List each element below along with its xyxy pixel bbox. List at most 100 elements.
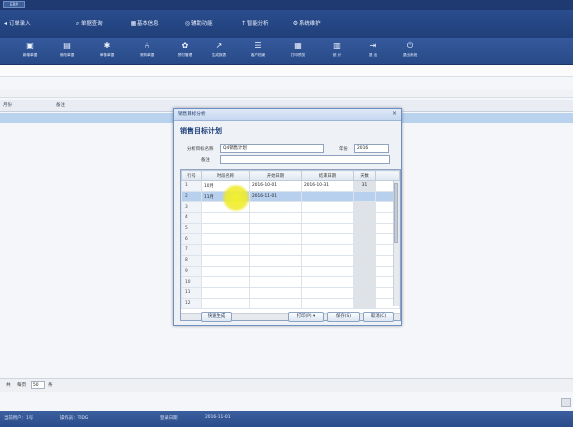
nav-item-3[interactable]: ▦基本信息 — [130, 19, 159, 29]
column-header[interactable]: 时段名称 — [201, 170, 250, 181]
cell-end[interactable] — [301, 212, 354, 224]
cell-start[interactable] — [249, 212, 302, 224]
column-header[interactable]: 行号 — [181, 170, 202, 181]
cell-days[interactable] — [353, 222, 376, 235]
cell-end[interactable] — [301, 244, 354, 256]
table-row[interactable]: 8 — [181, 254, 400, 267]
table-row[interactable]: 10 — [181, 276, 400, 288]
table-row[interactable]: 3 — [181, 201, 400, 214]
table-vertical-scrollbar[interactable] — [393, 181, 399, 306]
cell-end[interactable] — [301, 222, 354, 235]
cell-end[interactable] — [301, 265, 354, 278]
column-header[interactable]: 结束日期 — [301, 170, 354, 181]
cell-start[interactable] — [249, 286, 302, 299]
cell-days[interactable] — [353, 265, 376, 278]
cell-end[interactable] — [301, 297, 354, 310]
table-row[interactable]: 5 — [181, 222, 400, 235]
cell-no: 6 — [181, 233, 202, 246]
cell-name[interactable] — [201, 265, 250, 278]
cell-name[interactable] — [201, 212, 250, 224]
toolbar-button-4[interactable]: ⑃ 采购单据 — [132, 40, 162, 63]
toolbar-button-7[interactable]: ☰ 客户档案 — [243, 40, 273, 63]
cell-start[interactable] — [249, 265, 302, 278]
per-page-input[interactable]: 50 — [31, 381, 45, 389]
print-button[interactable]: 打印(P) ▾ — [288, 312, 324, 322]
table-row[interactable]: 1 10月 2016-10-01 2016-10-31 31 — [181, 180, 400, 192]
column-header[interactable]: 天数 — [353, 170, 376, 181]
table-row[interactable]: 2 11月 2016-11-01 — [181, 190, 400, 203]
cell-days[interactable] — [353, 190, 376, 203]
quick-generate-button[interactable]: 快速生成 — [201, 312, 232, 322]
cancel-button[interactable]: 取消(C) — [363, 312, 394, 322]
cell-start[interactable] — [249, 233, 302, 246]
cell-start[interactable] — [249, 244, 302, 256]
cell-days[interactable] — [353, 201, 376, 214]
cell-days[interactable] — [353, 286, 376, 299]
cell-start[interactable] — [249, 222, 302, 235]
cell-days[interactable] — [353, 233, 376, 246]
cell-name[interactable] — [201, 276, 250, 288]
search-icon: ⌕ — [75, 20, 80, 27]
cell-start[interactable] — [249, 297, 302, 310]
cell-end[interactable] — [301, 276, 354, 288]
cell-start[interactable] — [249, 276, 302, 288]
cell-days[interactable] — [353, 212, 376, 224]
table-row[interactable]: 6 — [181, 233, 400, 246]
cell-end[interactable] — [301, 286, 354, 299]
toolbar-button-9[interactable]: ▥ 统 计 — [322, 40, 352, 63]
cell-name[interactable] — [201, 286, 250, 299]
close-icon[interactable]: × — [392, 110, 397, 117]
toolbar-button-3[interactable]: ✱ 审核单据 — [92, 40, 122, 63]
toolbar-button-1[interactable]: ▣ 新增单据 — [15, 40, 45, 63]
table-row[interactable]: 11 — [181, 286, 400, 299]
table-row[interactable]: 7 — [181, 244, 400, 256]
year-input[interactable]: 2016 — [354, 144, 389, 153]
toolbar-button-8[interactable]: ▦ 打印预览 — [283, 40, 313, 63]
cell-name[interactable] — [201, 233, 250, 246]
scroll-down-button[interactable] — [561, 398, 571, 407]
cell-start[interactable] — [249, 201, 302, 214]
nav-item-4[interactable]: ◎辅助功能 — [184, 19, 213, 29]
cell-end[interactable]: 2016-10-31 — [301, 180, 354, 192]
toolbar-button-2[interactable]: ▤ 修改单据 — [52, 40, 82, 63]
nav-item-1[interactable]: ◂ 订单录入 — [2, 19, 31, 29]
cell-days[interactable] — [353, 244, 376, 256]
column-header[interactable]: 开始日期 — [249, 170, 302, 181]
cell-days[interactable]: 31 — [353, 180, 376, 192]
cell-name[interactable] — [201, 254, 250, 267]
toolbar-button-10[interactable]: ⇥ 退 出 — [358, 40, 388, 63]
cell-days[interactable] — [353, 297, 376, 310]
grid-col-note[interactable]: 备注 — [56, 102, 65, 108]
cell-start[interactable]: 2016-11-01 — [249, 190, 302, 203]
window-titlebar: ERP — [0, 0, 573, 10]
cell-end[interactable] — [301, 201, 354, 214]
audit-icon: ✱ — [103, 41, 111, 50]
cell-end[interactable] — [301, 254, 354, 267]
cell-name[interactable] — [201, 244, 250, 256]
nav-item-6[interactable]: ⚙系统维护 — [292, 19, 321, 29]
note-input[interactable] — [220, 155, 390, 164]
cell-start[interactable]: 2016-10-01 — [249, 180, 302, 192]
cell-days[interactable] — [353, 276, 376, 288]
table-row[interactable]: 4 — [181, 212, 400, 224]
nav-item-2[interactable]: ⌕ 单据查询 — [74, 19, 103, 29]
scroll-thumb[interactable] — [394, 183, 398, 243]
grid-col-month[interactable]: 月份 — [3, 102, 12, 108]
status-user: 当前用户：1号 — [4, 416, 34, 421]
cell-end[interactable] — [301, 233, 354, 246]
dialog-titlebar[interactable]: 销售目标分析 × — [174, 109, 401, 121]
table-row[interactable]: 9 — [181, 265, 400, 278]
cell-name[interactable] — [201, 297, 250, 310]
table-row[interactable]: 12 — [181, 297, 400, 310]
toolbar-button-5[interactable]: ✿ 预付管理 — [170, 40, 200, 63]
plan-name-input[interactable]: Q4销售计划 — [220, 144, 324, 153]
cell-start[interactable] — [249, 254, 302, 267]
cell-end[interactable] — [301, 190, 354, 203]
nav-item-5[interactable]: ↑智能分析 — [240, 19, 269, 29]
cell-days[interactable] — [353, 254, 376, 267]
toolbar-button-6[interactable]: ↗ 生成报表 — [204, 40, 234, 63]
toolbar-button-11[interactable]: ⏻ 退出系统 — [395, 40, 425, 63]
cell-name[interactable] — [201, 222, 250, 235]
save-button[interactable]: 保存(S) — [327, 312, 360, 322]
window-title-tab[interactable]: ERP — [3, 1, 25, 8]
